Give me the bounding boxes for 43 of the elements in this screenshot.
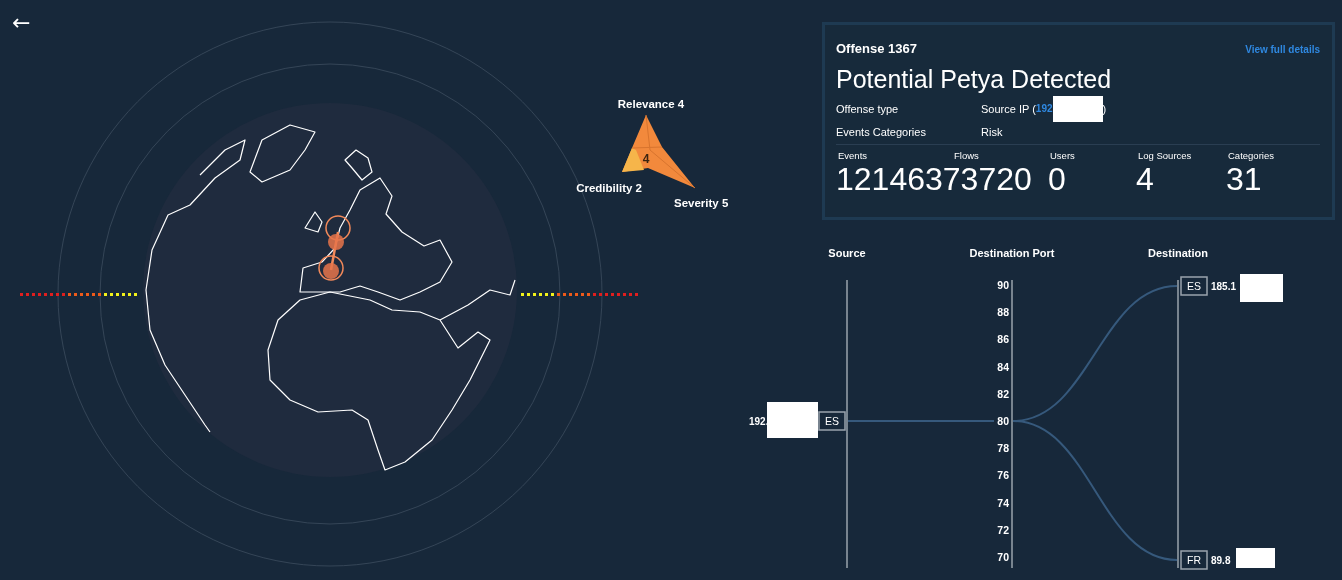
port-tick: 74 <box>997 496 1009 509</box>
port-tick: 76 <box>997 469 1009 482</box>
source-ip: 192. <box>749 416 769 427</box>
field-value: Risk <box>981 125 1003 138</box>
risk-magnitude: 4 <box>642 152 650 166</box>
stat-label: Users <box>1049 149 1076 161</box>
field-value: ) <box>1102 102 1107 115</box>
back-button[interactable]: ← <box>8 12 35 34</box>
country-tag: ES <box>1180 276 1208 296</box>
field-label: Offense type <box>836 102 900 115</box>
credibility-label: Credibility 2 <box>576 182 642 194</box>
destination-ip: 185.1 <box>1211 281 1237 292</box>
country-tag: FR <box>1180 550 1208 570</box>
relevance-label: Relevance 4 <box>617 98 685 110</box>
port-tick: 82 <box>997 387 1009 400</box>
field-value: Source IP ( <box>981 102 1036 115</box>
port-tick: 90 <box>997 279 1009 291</box>
stat-value: 31 <box>1226 160 1262 198</box>
column-header: Destination Port <box>969 247 1055 259</box>
destination-ip: 89.8 <box>1211 555 1231 566</box>
port-tick: 80 <box>997 415 1009 427</box>
column-header: Source <box>828 247 866 259</box>
field-label: Events Categories <box>836 125 927 138</box>
stat-value: 12146373720 <box>836 160 1032 198</box>
port-tick: 70 <box>997 551 1009 563</box>
port-tick: 78 <box>997 442 1009 455</box>
country-tag: ES <box>818 411 846 431</box>
stat-label: Log Sources <box>1137 149 1193 161</box>
stat-value: 4 <box>1136 160 1154 198</box>
offense-title: Potential Petya Detected <box>836 66 1113 94</box>
severity-label: Severity 5 <box>674 197 729 209</box>
stat-label: Flows <box>953 149 980 161</box>
offense-number: Offense 1367 <box>836 41 917 56</box>
port-tick: 86 <box>997 333 1009 346</box>
column-header: Destination <box>1148 247 1208 259</box>
ip-link[interactable]: 192 <box>1035 103 1053 114</box>
view-details-link[interactable]: View full details <box>1245 44 1320 55</box>
port-tick: 72 <box>997 523 1009 536</box>
port-tick: 88 <box>997 306 1009 319</box>
port-tick: 84 <box>997 360 1009 373</box>
stat-label: Categories <box>1227 149 1275 161</box>
stat-label: Events <box>837 149 869 161</box>
stat-value: 0 <box>1048 160 1066 198</box>
